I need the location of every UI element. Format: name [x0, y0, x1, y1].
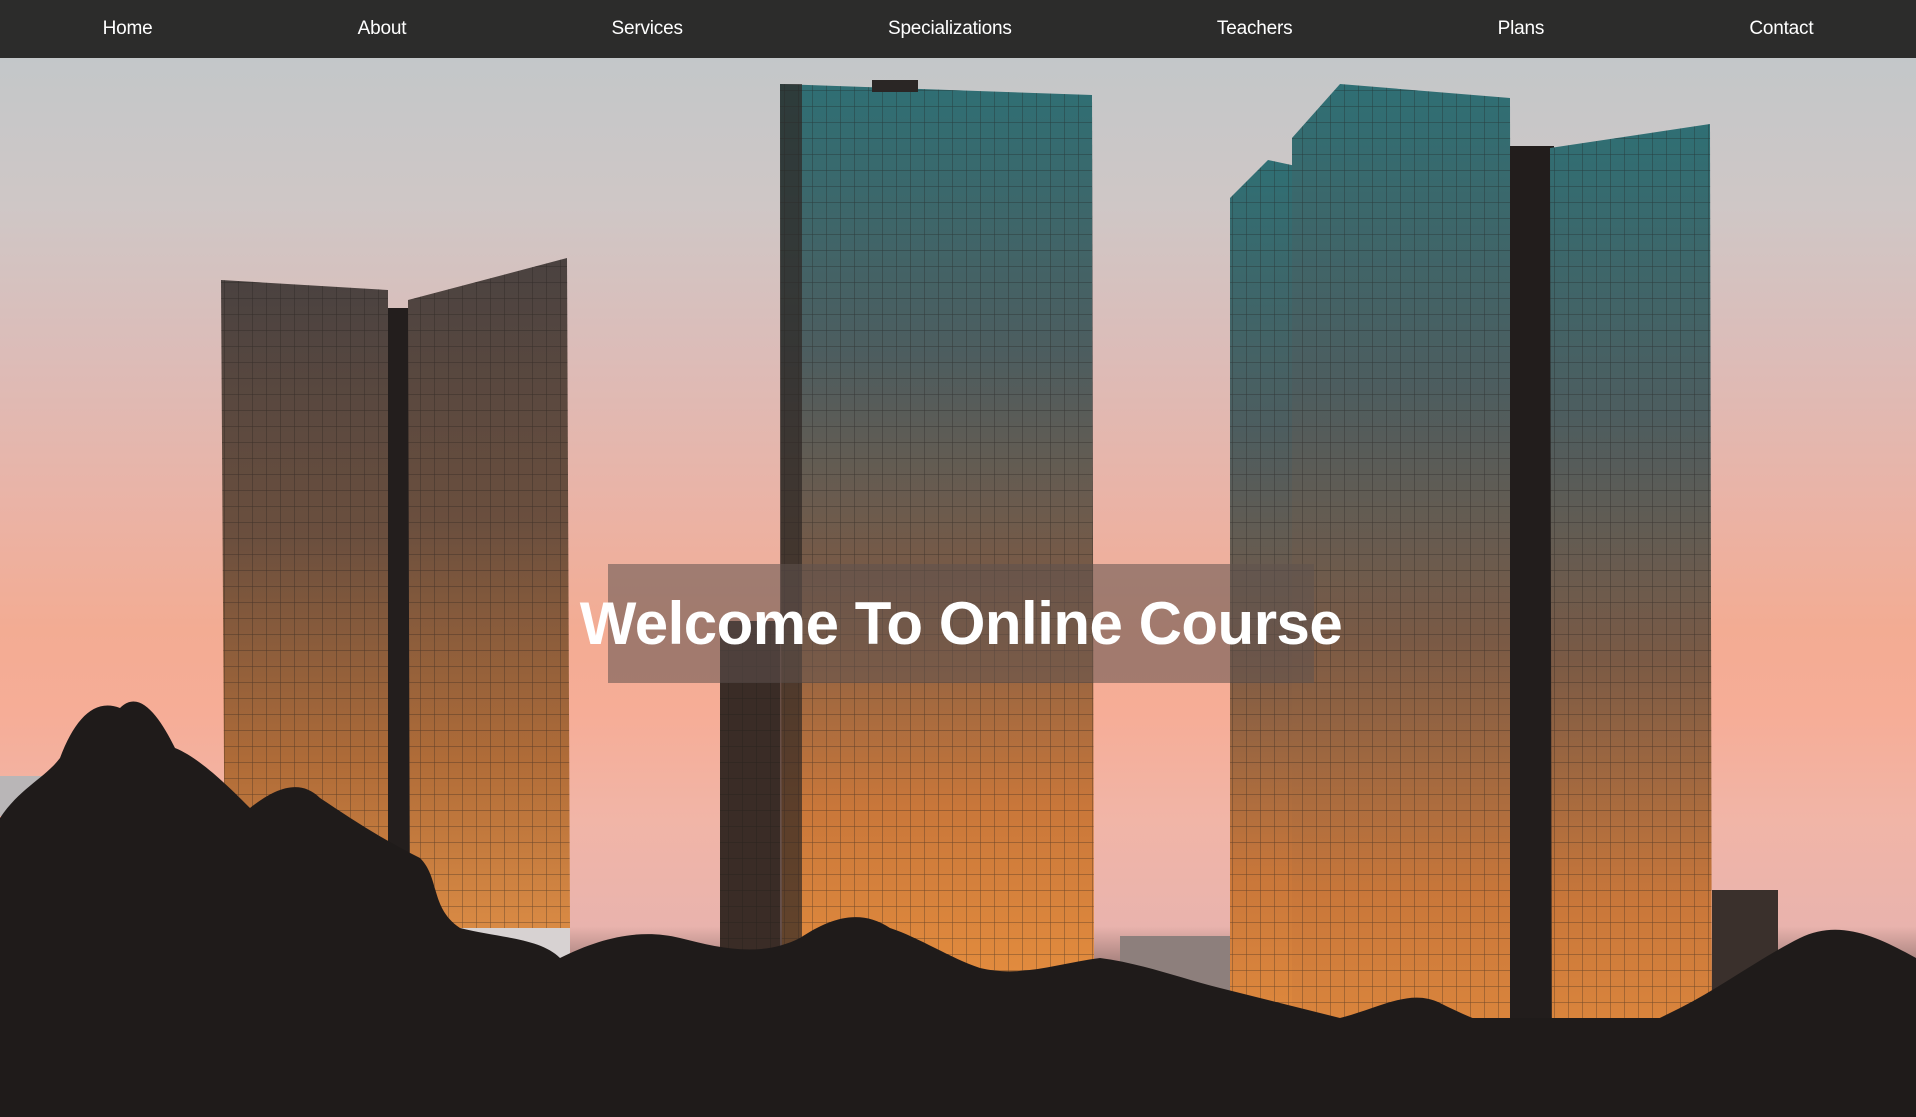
nav-link-services[interactable]: Services: [604, 14, 691, 44]
page-title: Welcome To Online Course: [579, 590, 1343, 657]
middle-tower: [720, 80, 1094, 988]
top-navigation: Home About Services Specializations Teac…: [0, 0, 1916, 58]
nav-link-teachers[interactable]: Teachers: [1209, 14, 1301, 44]
hero-section: Welcome To Online Course: [0, 58, 1916, 1117]
nav-link-home[interactable]: Home: [95, 14, 161, 44]
nav-link-contact[interactable]: Contact: [1741, 14, 1821, 44]
nav-link-plans[interactable]: Plans: [1490, 14, 1553, 44]
nav-link-specializations[interactable]: Specializations: [880, 14, 1020, 44]
welcome-banner: Welcome To Online Course: [580, 564, 1343, 683]
nav-link-about[interactable]: About: [350, 14, 415, 44]
